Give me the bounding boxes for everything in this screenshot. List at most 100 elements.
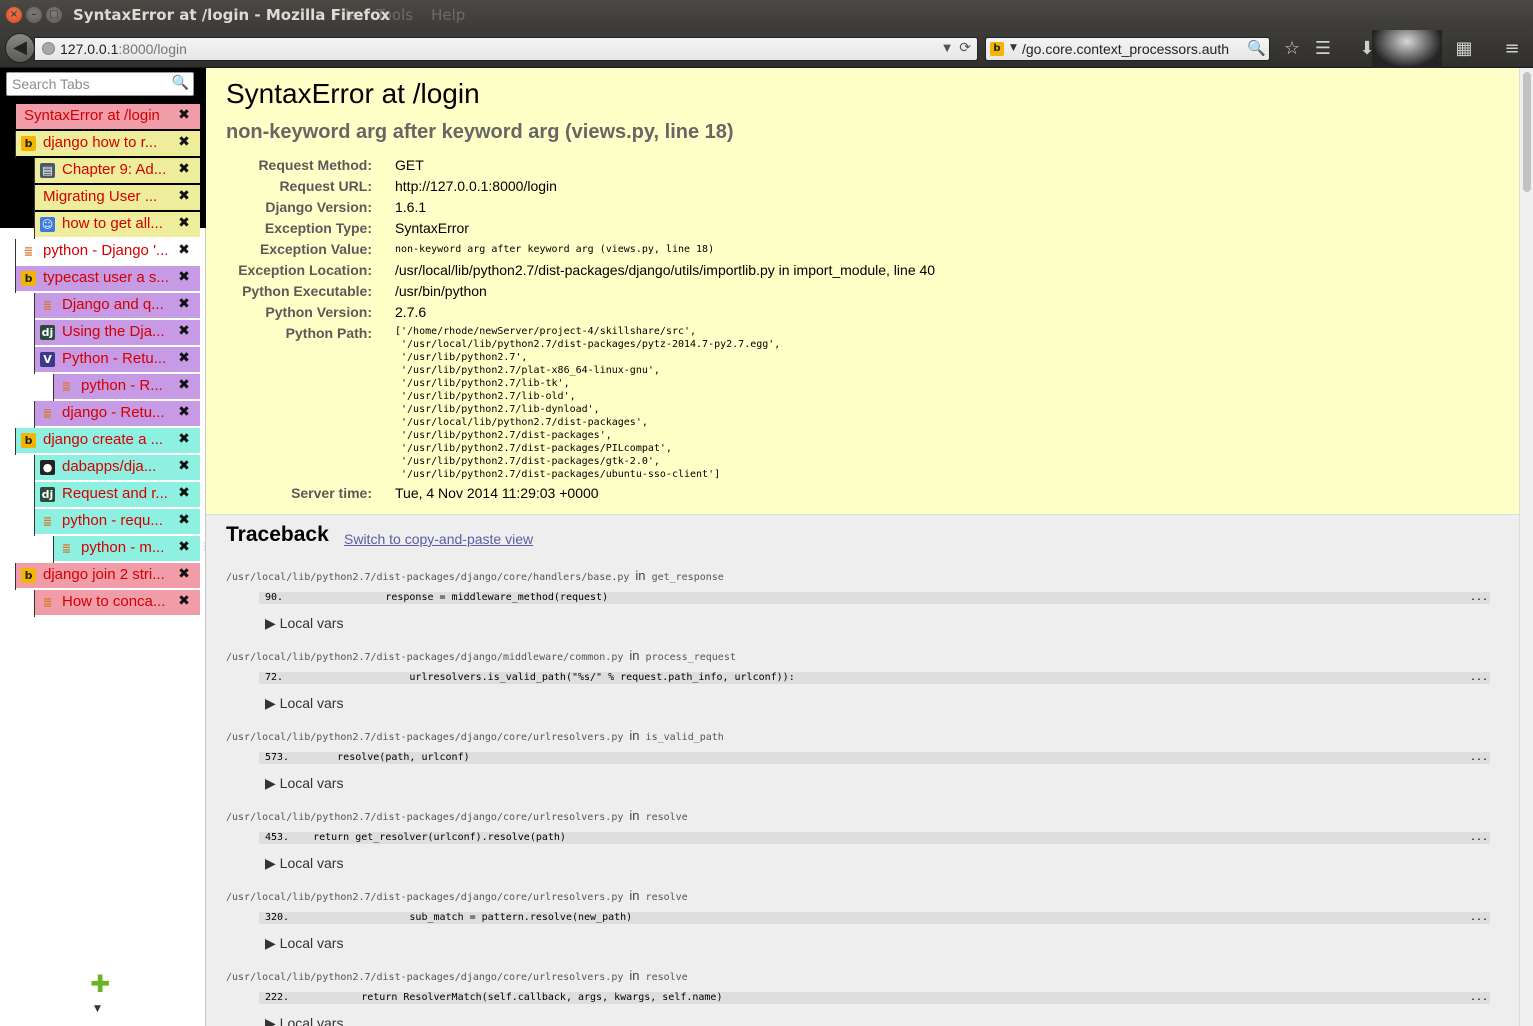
site-identity-icon[interactable] (42, 42, 55, 55)
frame-location: /usr/local/lib/python2.7/dist-packages/d… (226, 968, 688, 983)
search-tabs-input[interactable]: Search Tabs (12, 76, 90, 92)
meta-label: Exception Location: (238, 262, 372, 278)
close-tab-icon[interactable]: ✖ (176, 188, 192, 204)
close-tab-icon[interactable]: ✖ (176, 485, 192, 501)
tab-item[interactable]: ≣ django - Retu... ✖ (35, 401, 200, 426)
bookmarks-menu-icon[interactable]: ☰ (1311, 38, 1335, 59)
maximize-icon: □ (49, 9, 59, 20)
scrollbar-thumb[interactable] (1523, 72, 1531, 192)
close-tab-icon[interactable]: ✖ (176, 161, 192, 177)
local-vars-toggle[interactable]: ▶ Local vars (265, 855, 343, 872)
tab-item[interactable]: ▤ Chapter 9: Ad... ✖ (35, 158, 200, 183)
frame-code-line[interactable]: 72. urlresolvers.is_valid_path("%s/" % r… (259, 672, 1490, 684)
close-tab-icon[interactable]: ✖ (176, 593, 192, 609)
python-path-value: ['/home/rhode/newServer/project-4/skills… (395, 325, 780, 481)
reload-icon[interactable]: ⟳ (959, 40, 971, 56)
local-vars-toggle[interactable]: ▶ Local vars (265, 695, 343, 712)
search-icon[interactable]: 🔍 (172, 75, 189, 91)
expand-context-ellipsis[interactable]: ... (1470, 752, 1488, 764)
expand-context-ellipsis[interactable]: ... (1470, 832, 1488, 844)
tab-item[interactable]: ☺ how to get all... ✖ (35, 212, 200, 237)
window-maximize-button[interactable]: □ (46, 7, 62, 23)
local-vars-toggle[interactable]: ▶ Local vars (265, 1015, 343, 1026)
meta-value[interactable]: http://127.0.0.1:8000/login (395, 178, 557, 194)
tab-item[interactable]: ≣ python - requ... ✖ (35, 509, 200, 534)
tab-item[interactable]: ≣ How to conca... ✖ (35, 590, 200, 615)
tab-item[interactable]: b django create a ... ✖ (16, 428, 200, 453)
local-vars-toggle[interactable]: ▶ Local vars (265, 935, 343, 952)
frame-code-line[interactable]: 573. resolve(path, urlconf)... (259, 752, 1490, 764)
search-engine-icon[interactable]: b (990, 42, 1004, 56)
frame-file-path: /usr/local/lib/python2.7/dist-packages/d… (226, 812, 624, 823)
tree-connector-line (53, 374, 54, 401)
frame-file-path: /usr/local/lib/python2.7/dist-packages/d… (226, 732, 624, 743)
url-text[interactable]: 127.0.0.1:8000/login (60, 41, 187, 57)
frame-code-line[interactable]: 222. return ResolverMatch(self.callback,… (259, 992, 1490, 1004)
close-tab-icon[interactable]: ✖ (176, 242, 192, 258)
window-close-button[interactable]: × (6, 7, 22, 23)
expand-context-ellipsis[interactable]: ... (1470, 912, 1488, 924)
frame-in-word: in (629, 808, 640, 823)
tab-item[interactable]: dj Request and r... ✖ (35, 482, 200, 507)
frame-code-line[interactable]: 90. response = middleware_method(request… (259, 592, 1490, 604)
expand-context-ellipsis[interactable]: ... (1470, 672, 1488, 684)
tab-item[interactable]: dj Using the Dja... ✖ (35, 320, 200, 345)
tree-connector-line (34, 320, 35, 347)
local-vars-toggle[interactable]: ▶ Local vars (265, 775, 343, 792)
frame-location: /usr/local/lib/python2.7/dist-packages/d… (226, 648, 736, 663)
bookmark-star-icon[interactable]: ☆ (1280, 38, 1304, 59)
tab-item[interactable]: V Python - Retu... ✖ (35, 347, 200, 372)
tab-item[interactable]: ≣ python - Django '... ✖ (16, 239, 200, 264)
close-tab-icon[interactable]: ✖ (176, 539, 192, 555)
tab-item[interactable]: ● dabapps/dja... ✖ (35, 455, 200, 480)
back-button[interactable]: ◀ (5, 33, 35, 63)
tab-item[interactable]: b django join 2 stri... ✖ (16, 563, 200, 588)
tab-active[interactable]: SyntaxError at /login ✖ (16, 104, 200, 129)
close-tab-icon[interactable]: ✖ (176, 134, 192, 150)
tab-item[interactable]: b django how to r... ✖ (16, 131, 200, 156)
search-engine-dropdown-icon[interactable]: ▼ (1010, 43, 1017, 53)
close-tab-icon[interactable]: ✖ (176, 350, 192, 366)
url-bar[interactable]: 127.0.0.1:8000/login ▼ ⟳ (34, 37, 978, 61)
frame-code-line[interactable]: 320. sub_match = pattern.resolve(new_pat… (259, 912, 1490, 924)
tab-item[interactable]: Migrating User ... ✖ (35, 185, 200, 210)
close-tab-icon[interactable]: ✖ (176, 269, 192, 285)
search-tabs-field[interactable]: Search Tabs 🔍 (6, 72, 194, 96)
frame-in-word: in (629, 728, 640, 743)
window-minimize-button[interactable]: – (26, 7, 42, 23)
meta-value: 2.7.6 (395, 304, 427, 320)
close-tab-icon[interactable]: ✖ (176, 215, 192, 231)
hamburger-menu-icon[interactable]: ≡ (1500, 38, 1524, 59)
python-path-entry: '/usr/lib/python2.7/lib-tk', (395, 378, 570, 389)
tab-item[interactable]: b typecast user a s... ✖ (16, 266, 200, 291)
sidebar-more-icon[interactable]: ▼ (94, 1004, 101, 1014)
search-input[interactable]: go.core.context_processors.auth/ (1022, 41, 1246, 57)
search-icon[interactable]: 🔍 (1247, 39, 1266, 57)
vertical-scrollbar[interactable] (1519, 68, 1533, 1026)
menu-help[interactable]: Help (431, 6, 465, 24)
close-tab-icon[interactable]: ✖ (176, 377, 192, 393)
local-vars-toggle[interactable]: ▶ Local vars (265, 615, 343, 632)
new-tab-plus-icon[interactable]: ✚ (90, 970, 110, 998)
close-tab-icon[interactable]: ✖ (176, 431, 192, 447)
close-tab-icon[interactable]: ✖ (176, 323, 192, 339)
tab-item[interactable]: ≣ Django and q... ✖ (35, 293, 200, 318)
bing-favicon-icon: b (21, 136, 36, 151)
tab-item[interactable]: ≣ python - R... ✖ (54, 374, 200, 399)
expand-context-ellipsis[interactable]: ... (1470, 992, 1488, 1004)
url-history-dropdown-icon[interactable]: ▼ (943, 43, 951, 54)
tab-item[interactable]: ≣ python - m... ✖ (54, 536, 200, 561)
addon-grid-icon[interactable]: ▦ (1452, 38, 1476, 59)
close-tab-icon[interactable]: ✖ (176, 512, 192, 528)
close-tab-icon[interactable]: ✖ (176, 566, 192, 582)
tree-connector-line (34, 590, 35, 617)
close-tab-icon[interactable]: ✖ (176, 458, 192, 474)
search-bar[interactable]: b ▼ go.core.context_processors.auth/ 🔍 (985, 37, 1270, 61)
close-tab-icon[interactable]: ✖ (176, 404, 192, 420)
expand-context-ellipsis[interactable]: ... (1470, 592, 1488, 604)
close-tab-icon[interactable]: ✖ (176, 107, 192, 123)
bing-favicon-icon: b (21, 271, 36, 286)
switch-view-link[interactable]: Switch to copy-and-paste view (344, 531, 533, 547)
close-tab-icon[interactable]: ✖ (176, 296, 192, 312)
frame-code-line[interactable]: 453. return get_resolver(urlconf).resolv… (259, 832, 1490, 844)
